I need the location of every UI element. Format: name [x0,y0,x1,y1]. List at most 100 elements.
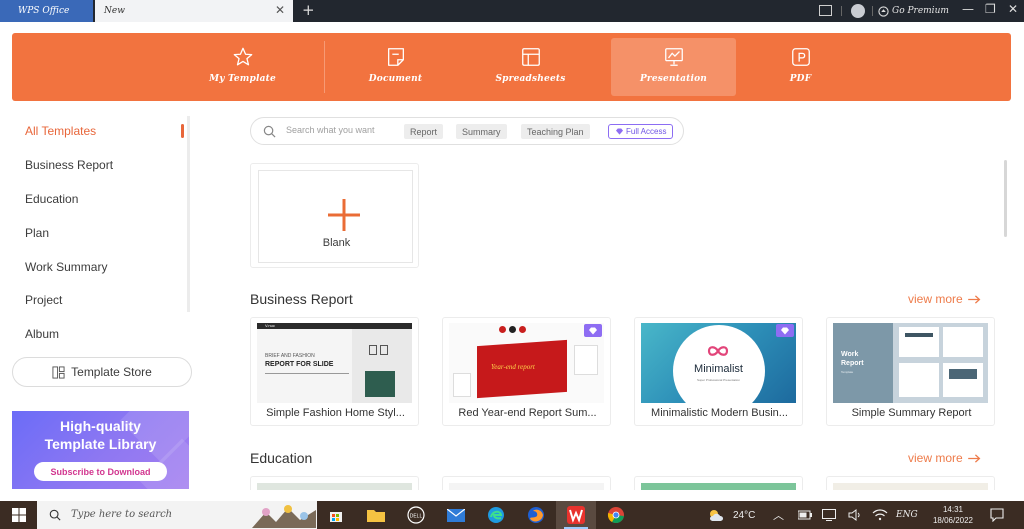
taskbar-edge[interactable] [476,501,516,529]
search-chip-teaching-plan[interactable]: Teaching Plan [521,124,590,139]
notification-icon[interactable] [990,508,1004,522]
view-more-education[interactable]: view more [908,451,981,465]
category-label: Presentation [639,74,708,84]
avatar[interactable] [851,4,865,18]
taskbar-dell[interactable]: DELL [396,501,436,529]
template-search[interactable]: Search what you want Report Summary Teac… [250,117,684,145]
blank-preview: Blank [258,170,413,263]
thumb-title: REPORT FOR SLIDE [265,361,334,368]
sidebar-item-all-templates[interactable]: All Templates [12,117,190,145]
minimize-button[interactable]: — [962,2,974,16]
thumb-dot [499,326,506,333]
sidebar-scrollbar[interactable] [187,116,190,312]
sidebar-item-project[interactable]: Project [12,286,190,314]
category-label: My Template [209,74,276,84]
wifi-icon[interactable] [872,508,888,522]
taskbar-wps[interactable] [556,501,596,529]
search-input[interactable]: Search what you want [286,125,375,135]
blank-template-card[interactable]: Blank [250,163,419,268]
premium-label: Go Premium [892,6,949,16]
weather-widget[interactable]: 24°C [707,501,755,529]
new-tab-button[interactable]: + [302,1,315,19]
sidebar-item-education[interactable]: Education [12,185,190,213]
thumb-title: Work [841,351,859,358]
sidebar-item-label: Album [25,327,60,341]
sidebar-item-album[interactable]: Album [12,320,190,348]
thumb-text: Template [841,370,854,374]
template-card[interactable]: V.nuc BRIEF AND FASHION REPORT FOR SLIDE… [250,317,419,426]
presentation-icon [664,48,683,66]
thumb-text: BRIEF AND FASHION [265,353,315,359]
clock-time: 14:31 [942,505,964,514]
search-chip-report[interactable]: Report [404,124,444,139]
promo-title: High-quality [60,418,141,434]
store-icon [52,365,65,379]
diamond-icon [589,327,597,334]
promo-banner[interactable]: High-quality Template Library Subscribe … [12,411,189,489]
template-thumbnail [449,483,604,490]
thumb-slide [453,373,471,397]
start-button[interactable] [0,501,37,529]
category-my-template[interactable]: My Template [180,38,305,96]
tab-wps-office[interactable]: WPS Office [0,0,93,22]
thumb-slide [943,327,983,357]
taskbar-store[interactable] [316,501,356,529]
thumb-title: Report [841,360,864,367]
template-store-button[interactable]: Template Store [12,357,192,387]
category-label: Spreadsheets [495,74,566,84]
go-premium-button[interactable]: Go Premium [878,0,949,22]
taskbar-chrome[interactable] [596,501,636,529]
restore-button[interactable]: ❐ [985,2,996,16]
template-card[interactable]: Work Report Template Simple Summary Repo… [826,317,995,426]
section-title-education: Education [250,450,313,466]
mail-icon [447,508,465,522]
close-window-button[interactable]: ✕ [1008,2,1018,16]
taskbar-mail[interactable] [436,501,476,529]
template-caption: Simple Fashion Home Styl... [266,407,405,419]
template-card[interactable]: Year-end report Red Year-end Report Sum.… [442,317,611,426]
template-card[interactable] [442,476,611,490]
thumb-title: Year-end report [491,363,535,371]
full-access-badge[interactable]: Full Access [608,124,674,139]
window-layout-icon[interactable] [819,5,832,16]
template-thumbnail: V.nuc BRIEF AND FASHION REPORT FOR SLIDE [257,323,412,403]
sidebar-item-plan[interactable]: Plan [12,219,190,247]
language-indicator[interactable]: ENG [896,501,918,529]
sidebar: All Templates Business Report Education … [12,116,190,346]
category-spreadsheets[interactable]: Spreadsheets [468,38,593,96]
thumb-frame [380,345,388,355]
subscribe-button[interactable]: Subscribe to Download [34,462,167,481]
category-pdf[interactable]: PDF [738,38,863,96]
thumb-rule [265,373,349,374]
divider [872,6,873,16]
template-card[interactable] [634,476,803,490]
sidebar-item-work-summary[interactable]: Work Summary [12,253,190,281]
tab-new[interactable]: New ✕ [95,0,293,22]
thumb-brand: V.nuc [265,323,275,328]
sidebar-item-label: All Templates [25,124,97,138]
category-document[interactable]: Document [333,38,458,96]
category-presentation[interactable]: Presentation [611,38,736,96]
search-chip-summary[interactable]: Summary [456,124,507,139]
display-icon[interactable] [822,509,836,521]
title-bar: WPS Office New ✕ + Go Premium — ❐ ✕ [0,0,1024,22]
clock[interactable]: 14:31 18/06/2022 [925,504,981,526]
battery-icon[interactable] [798,509,812,521]
main-scrollbar[interactable] [1004,160,1007,237]
sidebar-item-business-report[interactable]: Business Report [12,151,190,179]
view-more-business-report[interactable]: view more [908,292,981,306]
firefox-icon [528,507,544,523]
template-card[interactable] [826,476,995,490]
taskbar-firefox[interactable] [516,501,556,529]
template-card[interactable]: Minimalist Super Professional Presentati… [634,317,803,426]
taskbar-file-explorer[interactable] [356,501,396,529]
search-highlight-icon [252,505,316,528]
template-card[interactable] [250,476,419,490]
taskbar-search[interactable]: Type here to search [37,501,317,529]
close-tab-icon[interactable]: ✕ [275,3,285,17]
chevron-up-icon[interactable]: ︿ [773,501,784,529]
pdf-icon [791,48,810,66]
svg-text:DELL: DELL [410,514,423,520]
speaker-icon[interactable] [848,509,862,521]
chrome-icon [607,507,624,524]
